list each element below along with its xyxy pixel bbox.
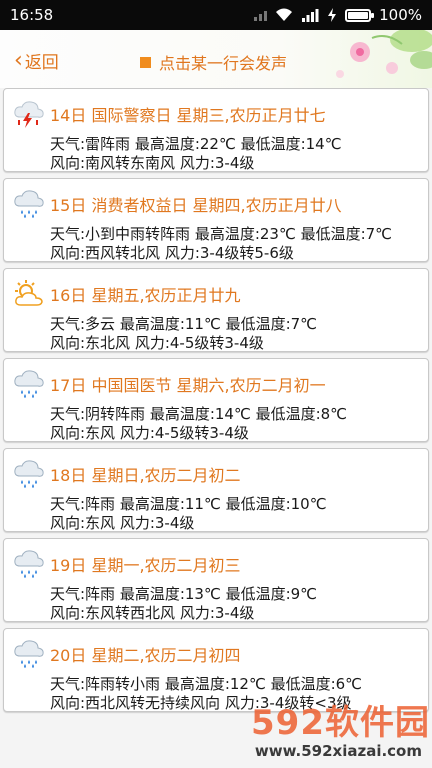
back-label: 返回	[24, 53, 59, 73]
day-title: 18日 星期日,农历二月初二	[50, 466, 241, 485]
wind-info: 风向:东北风 风力:4-5级转3-4级	[50, 334, 264, 352]
day-title: 20日 星期二,农历二月初四	[50, 646, 241, 665]
day-title: 17日 中国国医节 星期六,农历二月初一	[50, 376, 326, 395]
chevron-left-icon: ‹	[14, 47, 23, 73]
day-title: 16日 星期五,农历正月廿九	[50, 286, 241, 305]
watermark-url: www.592xiazai.com	[254, 742, 422, 760]
watermark-brand: 592软件园	[251, 703, 430, 743]
wind-info: 风向:东风 风力:4-5级转3-4级	[50, 424, 249, 442]
flower-decoration-icon	[336, 30, 432, 78]
signal-small-icon	[253, 8, 268, 22]
battery-percent: 100%	[379, 6, 422, 24]
weather-temps: 天气:阴转阵雨 最高温度:14℃ 最低温度:8℃	[50, 405, 348, 423]
forecast-row-19[interactable]: 19日 星期一,农历二月初三 天气:阵雨 最高温度:13℃ 最低温度:9℃ 风向…	[3, 538, 429, 622]
weather-temps: 天气:阵雨 最高温度:13℃ 最低温度:9℃	[50, 585, 318, 603]
forecast-row-15[interactable]: 15日 消费者权益日 星期四,农历正月廿八 天气:小到中雨转阵雨 最高温度:23…	[3, 178, 429, 262]
weather-temps: 天气:多云 最高温度:11℃ 最低温度:7℃	[50, 315, 318, 333]
app-window: 16:58 100% ‹ 返回 点击某一行会发声 14日 国际警察日 星期三,农…	[0, 0, 432, 768]
wind-info: 风向:东风转西北风 风力:3-4级	[50, 604, 255, 622]
cell-signal-icon	[301, 8, 319, 22]
wind-info: 风向:西风转北风 风力:3-4级转5-6级	[50, 244, 294, 262]
status-icons: 100%	[253, 6, 422, 24]
status-bar: 16:58 100%	[0, 0, 432, 30]
rain-cloud-icon	[14, 460, 44, 488]
forecast-row-17[interactable]: 17日 中国国医节 星期六,农历二月初一 天气:阴转阵雨 最高温度:14℃ 最低…	[3, 358, 429, 442]
rain-cloud-icon	[14, 640, 44, 668]
forecast-row-18[interactable]: 18日 星期日,农历二月初二 天气:阵雨 最高温度:11℃ 最低温度:10℃ 风…	[3, 448, 429, 532]
weather-temps: 天气:雷阵雨 最高温度:22℃ 最低温度:14℃	[50, 135, 342, 153]
tap-hint: 点击某一行会发声	[140, 50, 287, 74]
back-button[interactable]: ‹ 返回	[14, 48, 59, 73]
weather-temps: 天气:小到中雨转阵雨 最高温度:23℃ 最低温度:7℃	[50, 225, 393, 243]
status-time: 16:58	[10, 6, 54, 24]
rain-cloud-icon	[14, 190, 44, 218]
weather-temps: 天气:阵雨转小雨 最高温度:12℃ 最低温度:6℃	[50, 675, 363, 693]
wifi-icon	[275, 8, 293, 22]
rain-cloud-icon	[14, 370, 44, 398]
day-title: 19日 星期一,农历二月初三	[50, 556, 241, 575]
forecast-row-14[interactable]: 14日 国际警察日 星期三,农历正月廿七 天气:雷阵雨 最高温度:22℃ 最低温…	[3, 88, 429, 172]
day-title: 14日 国际警察日 星期三,农历正月廿七	[50, 106, 326, 125]
wind-info: 风向:南风转东南风 风力:3-4级	[50, 154, 255, 172]
forecast-list: 14日 国际警察日 星期三,农历正月廿七 天气:雷阵雨 最高温度:22℃ 最低温…	[0, 88, 432, 718]
tap-hint-text: 点击某一行会发声	[159, 54, 288, 73]
battery-icon	[345, 8, 375, 22]
wind-info: 风向:东风 风力:3-4级	[50, 514, 195, 532]
square-bullet-icon	[140, 56, 151, 68]
rain-cloud-icon	[14, 550, 44, 578]
site-watermark: 592软件园 www.592xiazai.com	[205, 704, 430, 766]
day-title: 15日 消费者权益日 星期四,农历正月廿八	[50, 196, 342, 215]
weather-temps: 天气:阵雨 最高温度:11℃ 最低温度:10℃	[50, 495, 327, 513]
thunderstorm-icon	[14, 101, 44, 128]
charging-icon	[327, 8, 337, 22]
partly-cloudy-icon	[15, 280, 43, 306]
header-bar: ‹ 返回 点击某一行会发声	[0, 30, 432, 88]
forecast-row-20[interactable]: 20日 星期二,农历二月初四 天气:阵雨转小雨 最高温度:12℃ 最低温度:6℃…	[3, 628, 429, 712]
forecast-row-16[interactable]: 16日 星期五,农历正月廿九 天气:多云 最高温度:11℃ 最低温度:7℃ 风向…	[3, 268, 429, 352]
